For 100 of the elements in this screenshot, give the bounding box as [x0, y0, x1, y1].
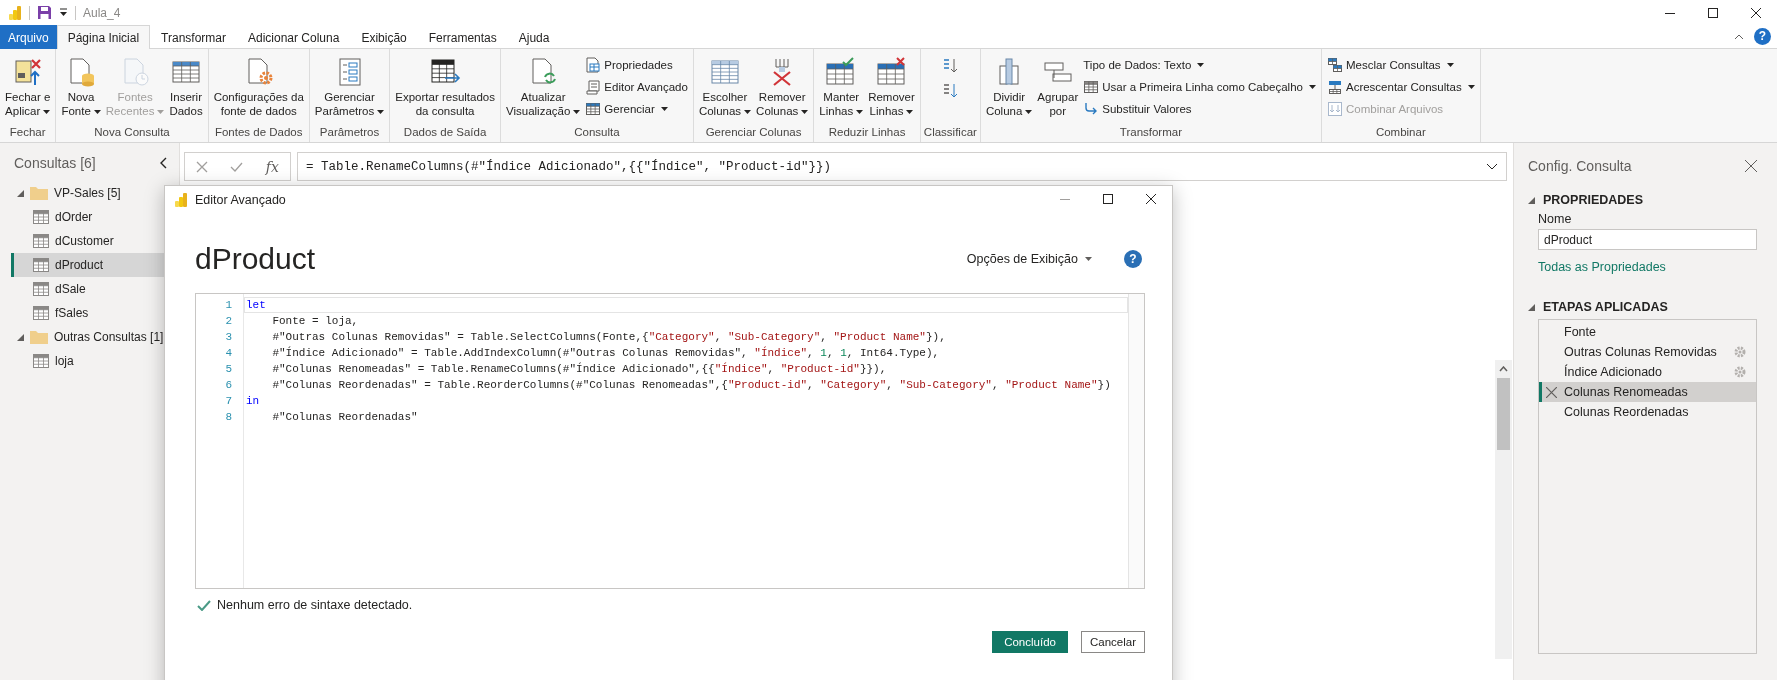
close-icon: [1750, 7, 1761, 18]
table-icon: [33, 210, 49, 224]
line-number: 4: [225, 346, 233, 361]
delete-icon: [1546, 386, 1557, 398]
line-number: 8: [225, 410, 233, 425]
panel-title: Consultas [6]: [14, 155, 96, 171]
scrollbar-thumb[interactable]: [1497, 378, 1510, 450]
close-icon: [1145, 193, 1156, 204]
close-icon: [1745, 160, 1757, 172]
code-editor[interactable]: [195, 293, 1145, 589]
query-item[interactable]: dCustomer: [11, 229, 179, 253]
cancel-button[interactable]: Cancelar: [1080, 631, 1145, 653]
properties-icon: [585, 56, 602, 73]
maximize-icon: [1707, 7, 1718, 18]
ribbon-button[interactable]: Usar a Primeira Linha como Cabeçalho: [1081, 76, 1318, 97]
folder-label[interactable]: Outras Consultas [1]: [54, 330, 164, 344]
table-icon: [33, 354, 49, 368]
ribbon-tab[interactable]: Ferramentas: [417, 25, 508, 49]
ribbon-button[interactable]: Propriedades: [583, 54, 690, 75]
ribbon-button[interactable]: Gerenciar: [583, 98, 690, 119]
line-number: 3: [225, 330, 233, 345]
query-item[interactable]: dOrder: [11, 205, 179, 229]
ribbon-button[interactable]: Configurações da fonte de dados: [211, 52, 306, 120]
ribbon-tab[interactable]: Página Inicial: [56, 25, 151, 49]
line-number: 6: [225, 378, 233, 393]
ribbon-button[interactable]: Manter Linhas: [817, 52, 866, 120]
table-icon: [33, 234, 49, 248]
ribbon-button[interactable]: Fechar e Aplicar: [3, 52, 53, 120]
ribbon-tab[interactable]: Transformar: [150, 25, 237, 49]
chevron-down-icon: [1486, 163, 1498, 170]
group-label: Transformar: [1119, 125, 1182, 140]
caret-icon: [59, 8, 68, 17]
dialog-title: Editor Avançado: [195, 193, 286, 207]
collapse-icon: [159, 157, 167, 169]
section-heading: ETAPAS APLICADAS: [1543, 300, 1668, 314]
ribbon-button[interactable]: Nova Fonte: [59, 52, 103, 120]
app-logo-icon: [8, 4, 22, 21]
ribbon-button[interactable]: Escolher Colunas: [696, 52, 754, 120]
ribbon-button[interactable]: Agrupar por: [1035, 52, 1081, 120]
query-item[interactable]: dSale: [11, 277, 179, 301]
display-options-dropdown[interactable]: Opções de Exibição: [960, 251, 1098, 267]
status-message: Nenhum erro de sintaxe detectado.: [217, 598, 413, 612]
code-line: #"Colunas Reordenadas" = Table.ReorderColumns(#"Colunas Renomeadas",{"Product-id", "Category", "Sub-Category", "Product Name"}): [271, 378, 1112, 393]
ribbon-button[interactable]: Substituir Valores: [1081, 98, 1318, 119]
caret-icon: [1085, 257, 1092, 261]
name-field[interactable]: dProduct: [1538, 229, 1757, 250]
ribbon-button[interactable]: Remover Linhas: [866, 52, 917, 120]
applied-step[interactable]: Índice Adicionado: [1539, 362, 1756, 382]
ribbon-button[interactable]: Dividir Coluna: [983, 52, 1035, 120]
line-number: 5: [225, 362, 233, 377]
done-button[interactable]: Concluído: [992, 631, 1068, 653]
folder-icon: [30, 186, 48, 200]
append-icon: [1326, 78, 1343, 95]
help-button[interactable]: ?: [1754, 28, 1771, 45]
scrollbar[interactable]: [1128, 294, 1144, 588]
ribbon-tab[interactable]: Adicionar Coluna: [237, 25, 351, 49]
ribbon-button[interactable]: Tipo de Dados: Texto: [1081, 54, 1318, 75]
code-line: #"Outras Colunas Removidas" = Table.SelectColumns(Fonte,{"Category", "Sub-Category", "Product Name"}),: [271, 330, 947, 345]
applied-step[interactable]: Fonte: [1539, 322, 1756, 342]
group-label: Classificar: [923, 125, 977, 140]
query-item[interactable]: loja: [11, 349, 179, 373]
code-line: #"Colunas Renomeadas" = Table.RenameColumns(#"Índice Adicionado",{{"Índice", "Product-id"}}),: [271, 361, 888, 377]
folder-icon: [30, 330, 48, 344]
ribbon-button[interactable]: Exportar resultados da consulta: [393, 52, 497, 120]
check-icon: [197, 599, 211, 611]
fx-label[interactable]: fx: [265, 158, 279, 175]
all-properties-link[interactable]: Todas as Propriedades: [1538, 260, 1757, 274]
help-button[interactable]: ?: [1124, 250, 1142, 268]
ribbon-tab[interactable]: Exibição: [350, 25, 418, 49]
ribbon-button[interactable]: Editor Avançado: [583, 76, 690, 97]
group-label: Reduzir Linhas: [828, 125, 906, 140]
scrollbar[interactable]: [1495, 360, 1512, 659]
ribbon-tab[interactable]: Ajuda: [507, 25, 561, 49]
code-line: #"Colunas Reordenadas": [271, 410, 419, 425]
window-title: Aula_4: [83, 5, 121, 20]
app-logo-icon: [174, 192, 188, 208]
group-label: Fechar: [9, 125, 46, 140]
cancel-icon: [196, 160, 209, 173]
maximize-icon: [1102, 193, 1113, 204]
line-number: 1: [225, 298, 233, 313]
applied-step[interactable]: Colunas Reordenadas: [1539, 402, 1756, 422]
query-item[interactable]: fSales: [11, 301, 179, 325]
applied-step[interactable]: Outras Colunas Removidas: [1539, 342, 1756, 362]
ribbon-button[interactable]: Inserir Dados: [167, 52, 205, 120]
ribbon-button[interactable]: Mesclar Consultas: [1324, 54, 1477, 75]
group-label: Nova Consulta: [94, 125, 170, 140]
merge-icon: [1326, 56, 1343, 73]
applied-step[interactable]: Colunas Renomeadas: [1539, 382, 1756, 402]
file-tab[interactable]: Arquivo: [0, 25, 57, 49]
formula-field[interactable]: = Table.RenameColumns(#"Índice Adicionado",{{"Índice", "Product-id"}}): [297, 152, 1507, 181]
table-icon: [33, 306, 49, 320]
folder-label[interactable]: VP-Sales [5]: [54, 186, 121, 200]
code-line: #"Índice Adicionado" = Table.AddIndexColumn(#"Outras Colunas Removidas", "Índice", 1, 1, Int64.Type),: [271, 345, 941, 361]
ribbon-button[interactable]: Acrescentar Consultas: [1324, 76, 1477, 97]
ribbon-button[interactable]: Gerenciar Parâmetros: [312, 52, 387, 120]
table-remove-icon: [875, 56, 908, 88]
field-label: Nome: [1538, 212, 1573, 226]
ribbon-button[interactable]: Remover Colunas: [754, 52, 811, 120]
group-label: Dados de Saída: [403, 125, 487, 140]
ribbon-button[interactable]: Atualizar Visualização: [503, 52, 583, 120]
